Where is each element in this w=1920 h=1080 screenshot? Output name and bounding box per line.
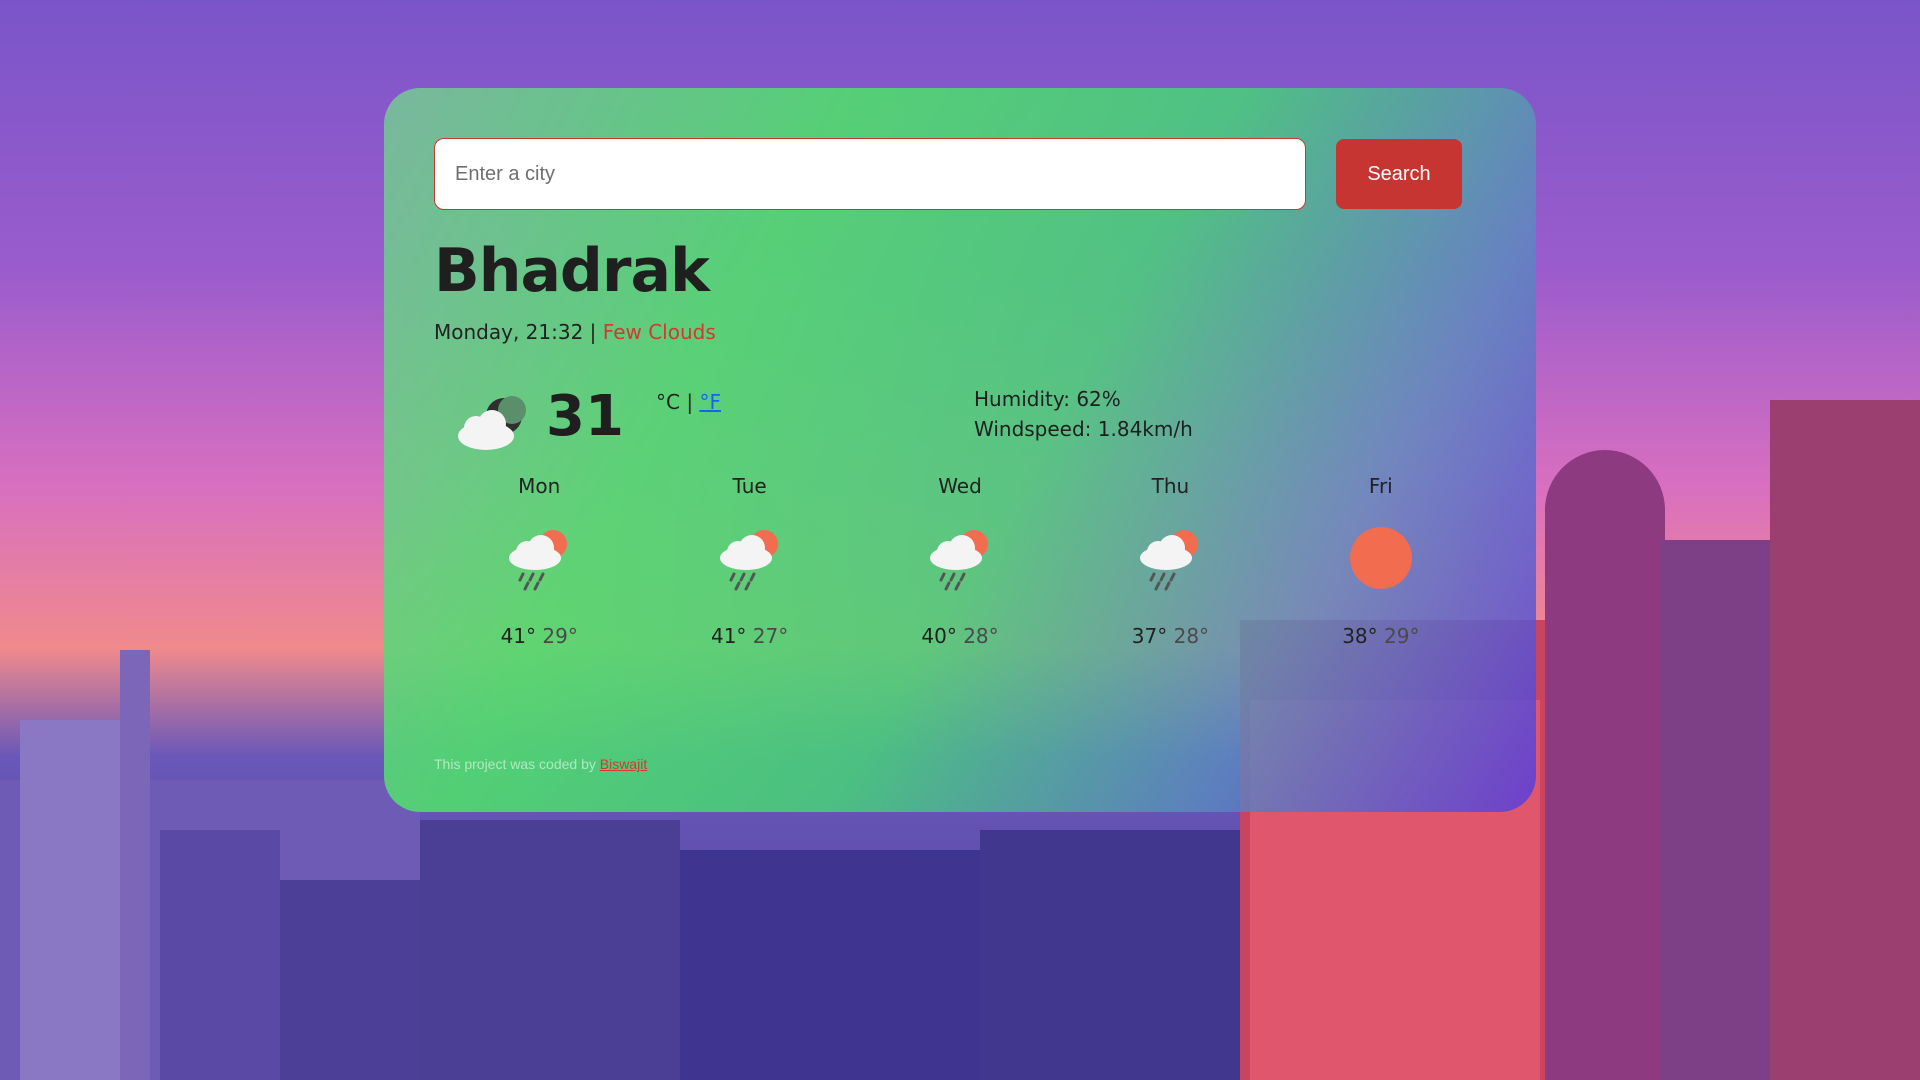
city-name: Bhadrak bbox=[434, 236, 710, 306]
day-time: Monday, 21:32 bbox=[434, 320, 584, 344]
rain-sun-icon bbox=[930, 530, 989, 591]
weather-condition: Few Clouds bbox=[602, 320, 716, 344]
forecast-day: Thu 37° 28° bbox=[1065, 474, 1275, 648]
forecast-temps: 38° 29° bbox=[1276, 624, 1486, 648]
forecast-day: Tue 41° 27° bbox=[644, 474, 854, 648]
search-form: Search bbox=[434, 138, 1486, 210]
few-clouds-night-icon bbox=[458, 396, 526, 450]
forecast-low: 29° bbox=[1384, 624, 1420, 648]
search-button[interactable]: Search bbox=[1336, 139, 1462, 209]
author-link[interactable]: Biswajit bbox=[600, 756, 647, 772]
forecast-high: 40° bbox=[921, 624, 957, 648]
rain-sun-icon bbox=[509, 530, 568, 591]
weather-details: Humidity: 62% Windspeed: 1.84km/h bbox=[974, 384, 1193, 444]
forecast-day: Fri 38° 29° bbox=[1276, 474, 1486, 648]
current-weather: 31 °C | °F Humidity: 62% Windspeed: 1.84… bbox=[434, 384, 1486, 484]
sun-icon bbox=[1349, 527, 1412, 589]
forecast-high: 41° bbox=[710, 624, 747, 648]
unit-separator: | bbox=[686, 390, 694, 414]
fahrenheit-link[interactable]: °F bbox=[699, 390, 721, 414]
forecast-low: 28° bbox=[1173, 624, 1210, 648]
forecast: Mon 41° 29° Tue 41° 27° Wed 40° 28° Thu … bbox=[434, 474, 1486, 648]
current-temperature: 31 bbox=[546, 384, 624, 449]
footer-text: This project was coded by bbox=[434, 756, 596, 772]
forecast-temps: 40° 28° bbox=[855, 624, 1065, 648]
forecast-high: 38° bbox=[1342, 624, 1378, 648]
forecast-low: 28° bbox=[963, 624, 999, 648]
forecast-temps: 41° 29° bbox=[434, 624, 644, 648]
unit-toggle: °C | °F bbox=[656, 390, 721, 414]
rain-sun-icon bbox=[1140, 530, 1199, 591]
city-search-input[interactable] bbox=[434, 138, 1306, 210]
forecast-high: 41° bbox=[500, 624, 537, 648]
forecast-low: 27° bbox=[752, 624, 789, 648]
forecast-temps: 41° 27° bbox=[644, 624, 854, 648]
forecast-day: Wed 40° 28° bbox=[855, 474, 1065, 648]
humidity: Humidity: 62% bbox=[974, 387, 1121, 411]
weather-card: Search Bhadrak Monday, 21:32 | Few Cloud… bbox=[384, 88, 1536, 812]
windspeed: Windspeed: 1.84km/h bbox=[974, 417, 1193, 441]
forecast-low: 29° bbox=[542, 624, 578, 648]
footer-credit: This project was coded by Biswajit bbox=[434, 756, 647, 772]
celsius-unit: °C bbox=[656, 390, 680, 414]
forecast-day: Mon 41° 29° bbox=[434, 474, 644, 648]
forecast-high: 37° bbox=[1131, 624, 1168, 648]
forecast-temps: 37° 28° bbox=[1065, 624, 1275, 648]
rain-sun-icon bbox=[719, 530, 778, 591]
date-condition-line: Monday, 21:32 | Few Clouds bbox=[434, 320, 1486, 344]
separator: | bbox=[589, 320, 597, 344]
